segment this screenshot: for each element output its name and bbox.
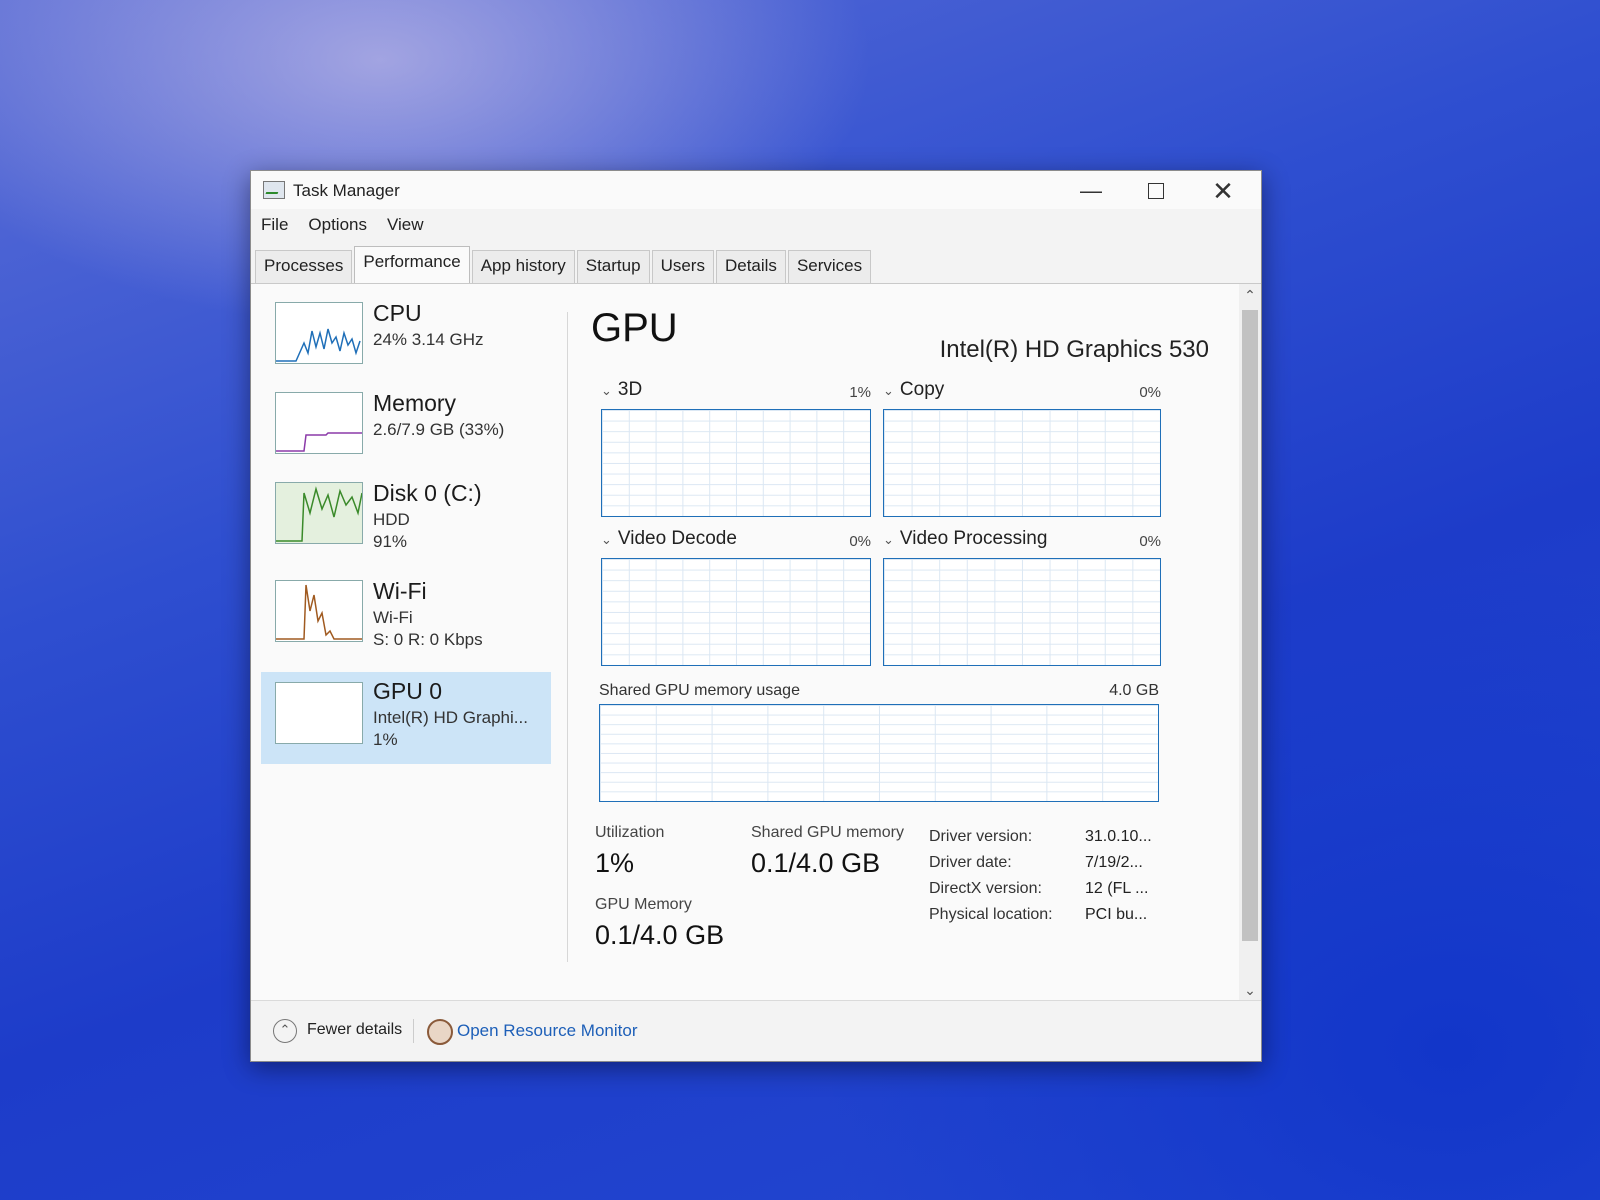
tab-performance[interactable]: Performance xyxy=(354,246,470,283)
resource-monitor-icon xyxy=(427,1019,453,1045)
engine-3d-pct: 1% xyxy=(849,384,871,401)
sidebar-item-cpu[interactable]: CPU 24% 3.14 GHz xyxy=(261,294,551,384)
scroll-down-icon[interactable]: ⌄ xyxy=(1239,979,1261,1001)
utilization-value: 1% xyxy=(595,848,635,878)
sidebar-item-detail: 2.6/7.9 GB (33%) xyxy=(373,420,505,439)
title-bar[interactable]: Task Manager — ✕ xyxy=(251,171,1261,209)
menu-file[interactable]: File xyxy=(251,211,298,239)
gpu-memory-label: GPU Memory xyxy=(595,896,692,913)
shared-memory-graph xyxy=(599,704,1159,802)
chevron-down-icon: ⌄ xyxy=(601,383,612,398)
engine-3d-selector[interactable]: ⌄ 3D xyxy=(601,379,642,401)
sidebar-item-disk[interactable]: Disk 0 (C:) HDD 91% xyxy=(261,474,551,564)
minimize-button[interactable]: — xyxy=(1061,175,1121,207)
gpu-memory-value: 0.1/4.0 GB xyxy=(595,920,725,950)
minimize-icon: — xyxy=(1080,178,1102,203)
wifi-thumbnail xyxy=(275,580,363,642)
engine-video-decode-pct: 0% xyxy=(849,533,871,550)
sidebar-item-gpu[interactable]: GPU 0 Intel(R) HD Graphi... 1% xyxy=(261,672,551,764)
sidebar-item-detail2: 91% xyxy=(373,532,408,551)
directx-version-value: 12 (FL ... xyxy=(1085,880,1149,897)
footer-divider xyxy=(413,1019,414,1043)
menu-bar: File Options View xyxy=(251,211,434,239)
close-icon: ✕ xyxy=(1212,175,1234,206)
sidebar-item-name: Memory xyxy=(373,390,457,416)
gpu-thumbnail xyxy=(275,682,363,744)
sidebar-item-memory[interactable]: Memory 2.6/7.9 GB (33%) xyxy=(261,384,551,474)
tab-startup[interactable]: Startup xyxy=(576,250,650,283)
menu-view[interactable]: View xyxy=(377,211,434,239)
scroll-up-icon[interactable]: ⌃ xyxy=(1239,284,1261,306)
chevron-up-icon[interactable]: ⌃ xyxy=(273,1019,297,1043)
fewer-details-button[interactable]: Fewer details xyxy=(307,1021,402,1039)
directx-version-label: DirectX version: xyxy=(929,880,1042,897)
gpu-detail-pane: GPU Intel(R) HD Graphics 530 ⌄ 3D 1% ⌄ Cop… xyxy=(591,284,1229,1001)
window-title: Task Manager xyxy=(293,181,400,200)
sidebar-item-name: Disk 0 (C:) xyxy=(373,480,482,506)
vertical-scrollbar[interactable]: ⌃ ⌄ xyxy=(1239,284,1261,1001)
sidebar-item-name: CPU xyxy=(373,300,422,326)
driver-date-label: Driver date: xyxy=(929,854,1012,871)
shared-memory-label: Shared GPU memory xyxy=(751,824,904,841)
sidebar-item-detail2: S: 0 R: 0 Kbps xyxy=(373,630,483,649)
engine-video-processing-graph xyxy=(883,558,1161,666)
physical-location-value: PCI bu... xyxy=(1085,906,1148,923)
engine-copy-graph xyxy=(883,409,1161,517)
driver-version-value: 31.0.10... xyxy=(1085,828,1152,845)
tab-details[interactable]: Details xyxy=(715,250,786,283)
engine-copy-pct: 0% xyxy=(1139,384,1161,401)
sidebar-item-name: GPU 0 xyxy=(373,678,443,704)
sidebar-item-detail2: 1% xyxy=(373,730,398,749)
sidebar-divider xyxy=(567,312,568,962)
memory-thumb-line xyxy=(276,432,362,452)
tab-processes[interactable]: Processes xyxy=(255,250,353,283)
disk-thumb-line xyxy=(276,486,362,542)
tab-app-history[interactable]: App history xyxy=(471,250,575,283)
gpu-model: Intel(R) HD Graphics 530 xyxy=(939,336,1209,363)
memory-thumbnail xyxy=(275,392,363,454)
chevron-down-icon: ⌄ xyxy=(883,383,894,398)
physical-location-label: Physical location: xyxy=(929,906,1053,923)
driver-version-label: Driver version: xyxy=(929,828,1033,845)
sidebar-item-detail: Intel(R) HD Graphi... xyxy=(373,708,528,727)
wifi-thumb-line xyxy=(276,584,362,640)
open-resource-monitor-link[interactable]: Open Resource Monitor xyxy=(457,1021,637,1041)
utilization-label: Utilization xyxy=(595,824,665,841)
shared-memory-graph-max: 4.0 GB xyxy=(1109,682,1159,699)
engine-video-processing-selector[interactable]: ⌄ Video Processing xyxy=(883,528,1047,550)
tab-strip: Processes Performance App history Startu… xyxy=(255,246,873,283)
disk-thumbnail xyxy=(275,482,363,544)
driver-date-value: 7/19/2... xyxy=(1085,854,1143,871)
maximize-button[interactable] xyxy=(1126,175,1186,207)
shared-memory-value: 0.1/4.0 GB xyxy=(751,848,881,878)
chevron-down-icon: ⌄ xyxy=(601,532,612,547)
scroll-thumb[interactable] xyxy=(1242,310,1258,941)
sidebar-item-detail: 24% 3.14 GHz xyxy=(373,330,484,349)
gpu-title: GPU xyxy=(591,306,678,350)
close-button[interactable]: ✕ xyxy=(1193,175,1253,207)
tab-users[interactable]: Users xyxy=(651,250,714,283)
engine-3d-graph xyxy=(601,409,871,517)
maximize-icon xyxy=(1148,183,1164,199)
tab-services[interactable]: Services xyxy=(787,250,872,283)
menu-options[interactable]: Options xyxy=(298,211,377,239)
task-manager-icon xyxy=(263,181,285,199)
resource-sidebar: CPU 24% 3.14 GHz Memory 2.6/7.9 GB (33%)… xyxy=(261,294,561,991)
engine-video-decode-graph xyxy=(601,558,871,666)
sidebar-item-wifi[interactable]: Wi-Fi Wi-Fi S: 0 R: 0 Kbps xyxy=(261,572,551,662)
shared-memory-graph-label: Shared GPU memory usage xyxy=(599,682,800,699)
engine-video-decode-selector[interactable]: ⌄ Video Decode xyxy=(601,528,737,550)
sidebar-item-detail: HDD xyxy=(373,510,410,529)
engine-copy-selector[interactable]: ⌄ Copy xyxy=(883,379,944,401)
footer-bar: ⌃ Fewer details Open Resource Monitor xyxy=(251,1000,1261,1061)
chevron-down-icon: ⌄ xyxy=(883,532,894,547)
cpu-thumbnail xyxy=(275,302,363,364)
cpu-thumb-line xyxy=(276,328,361,362)
performance-panel: CPU 24% 3.14 GHz Memory 2.6/7.9 GB (33%)… xyxy=(251,284,1239,1001)
engine-video-processing-pct: 0% xyxy=(1139,533,1161,550)
sidebar-item-name: Wi-Fi xyxy=(373,578,427,604)
task-manager-window: Task Manager — ✕ File Options View Proce… xyxy=(250,170,1262,1062)
sidebar-item-detail: Wi-Fi xyxy=(373,608,413,627)
